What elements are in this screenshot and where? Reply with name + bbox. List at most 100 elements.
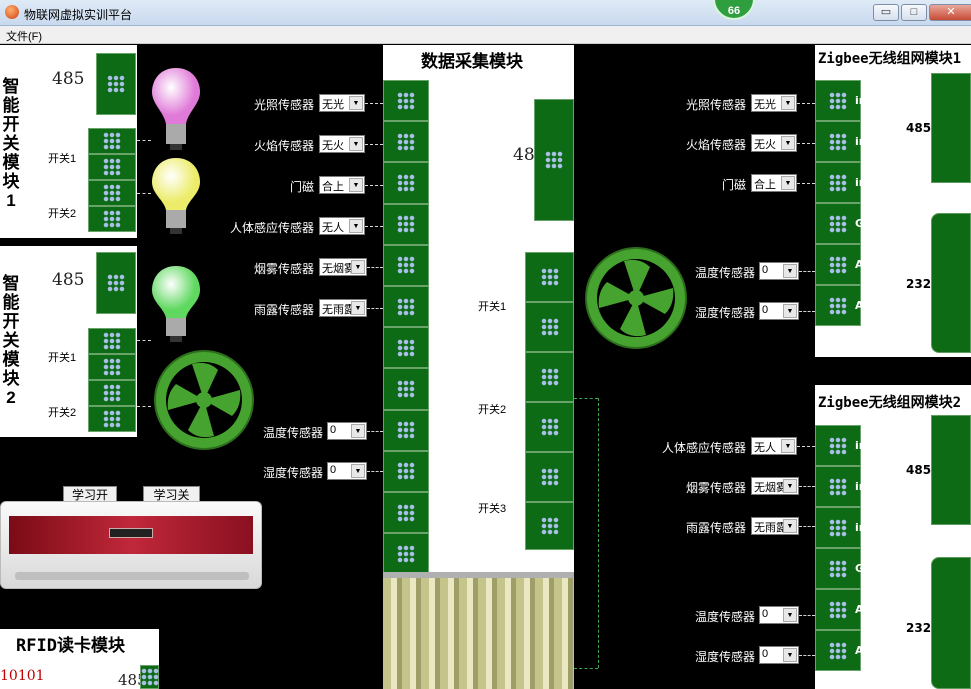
aircon-vent <box>15 572 249 580</box>
rfid-485-port[interactable] <box>140 665 159 689</box>
chevron-down-icon[interactable]: ▼ <box>781 439 795 453</box>
switch1-terminal-4[interactable] <box>88 206 136 232</box>
wire <box>137 140 151 141</box>
daq-sensor-select[interactable]: 无雨露 ▼ <box>319 299 367 317</box>
chevron-down-icon[interactable]: ▼ <box>349 219 363 233</box>
daq-sensor-select[interactable]: 无火 ▼ <box>319 135 365 153</box>
zigbee1-sensor-select[interactable]: 合上 ▼ <box>751 174 797 192</box>
daq-analog-sensor-label: 湿度传感器 <box>262 466 323 480</box>
switch-module-1-485-port[interactable] <box>96 53 136 115</box>
zigbee1-sensor-select[interactable]: 无光 ▼ <box>751 94 797 112</box>
relay-terminal-5[interactable] <box>525 452 574 502</box>
wire <box>137 193 151 194</box>
chevron-down-icon[interactable]: ▼ <box>351 464 365 478</box>
chevron-down-icon[interactable]: ▼ <box>781 176 795 190</box>
daq-pin-terminal[interactable] <box>383 533 429 575</box>
daq-pin-terminal[interactable] <box>383 368 429 410</box>
relay-terminal-6[interactable] <box>525 502 574 550</box>
zigbee1-analog-sensor-label: 湿度传感器 <box>694 306 755 320</box>
chevron-down-icon[interactable]: ▼ <box>783 479 797 493</box>
daq-analog-sensor-select[interactable]: 0 ▼ <box>327 462 367 480</box>
chevron-down-icon[interactable]: ▼ <box>781 136 795 150</box>
curtain <box>383 572 574 689</box>
daq-pin-terminal[interactable] <box>383 244 429 286</box>
zigbee2-232-port[interactable] <box>931 557 971 689</box>
daq-pin-terminal[interactable] <box>383 327 429 369</box>
daq-sensor-select[interactable]: 无人 ▼ <box>319 217 365 235</box>
wire <box>799 311 815 312</box>
chevron-down-icon[interactable]: ▼ <box>351 260 365 274</box>
switch2-terminal-1[interactable] <box>88 328 136 354</box>
chevron-down-icon[interactable]: ▼ <box>783 264 797 278</box>
daq-analog-sensor-select[interactable]: 0 ▼ <box>327 422 367 440</box>
daq-pin-label: AD2 <box>431 423 457 437</box>
zigbee1-232-port[interactable] <box>931 213 971 353</box>
zigbee2-analog-sensor-select[interactable]: 0 ▼ <box>759 606 799 624</box>
chevron-down-icon[interactable]: ▼ <box>349 96 363 110</box>
daq-pin-terminal[interactable] <box>383 162 429 204</box>
daq-pin-terminal[interactable] <box>383 80 429 122</box>
chevron-down-icon[interactable]: ▼ <box>783 648 797 662</box>
zigbee1-sensor-value: 合上 <box>754 179 776 191</box>
zigbee2-sensor-select[interactable]: 无雨露 ▼ <box>751 517 799 535</box>
zigbee2-analog-sensor-label: 温度传感器 <box>694 610 755 624</box>
chevron-down-icon[interactable]: ▼ <box>351 301 365 315</box>
daq-pin-terminal[interactable] <box>383 121 429 163</box>
switch-module-2-title: 智能开关模块2 <box>2 274 20 407</box>
zigbee1-pin-label: in0 <box>855 93 875 107</box>
chevron-down-icon[interactable]: ▼ <box>783 519 797 533</box>
relay-terminal-1[interactable] <box>525 252 574 302</box>
switch1-terminal-1[interactable] <box>88 128 136 154</box>
daq-sensor-label: 火焰传感器 <box>253 139 314 153</box>
maximize-button[interactable]: □ <box>901 4 927 21</box>
chevron-down-icon[interactable]: ▼ <box>781 96 795 110</box>
daq-sensor-select[interactable]: 合上 ▼ <box>319 176 365 194</box>
zigbee1-title: Zigbee无线组网模块1 <box>818 51 962 67</box>
daq-pin-label: GND <box>431 546 459 560</box>
daq-sensor-label: 光照传感器 <box>253 98 314 112</box>
daq-485-port[interactable] <box>534 99 574 221</box>
zigbee1-analog-sensor-select[interactable]: 0 ▼ <box>759 262 799 280</box>
switch2-terminal-3[interactable] <box>88 380 136 406</box>
daq-sensor-select[interactable]: 无烟雾 ▼ <box>319 258 367 276</box>
minimize-button[interactable]: ▭ <box>873 4 899 21</box>
daq-pin-terminal[interactable] <box>383 409 429 451</box>
wire <box>799 486 815 487</box>
zigbee2-sensor-select[interactable]: 无烟雾 ▼ <box>751 477 799 495</box>
switch2-terminal-4[interactable] <box>88 406 136 432</box>
zigbee1-sensor-select[interactable]: 无火 ▼ <box>751 134 797 152</box>
daq-pin-terminal[interactable] <box>383 286 429 328</box>
daq-sensor-select[interactable]: 无光 ▼ <box>319 94 365 112</box>
switch1-terminal-2[interactable] <box>88 154 136 180</box>
zigbee1-485-label: 485 <box>906 121 932 135</box>
chevron-down-icon[interactable]: ▼ <box>351 424 365 438</box>
chevron-down-icon[interactable]: ▼ <box>783 608 797 622</box>
daq-pin-terminal[interactable] <box>383 492 429 534</box>
switch-module-2: 智能开关模块2 485 开关1 开关2 <box>0 246 137 437</box>
app-icon <box>5 5 19 19</box>
daq-pin-terminal[interactable] <box>383 203 429 245</box>
daq-pin-terminal[interactable] <box>383 450 429 492</box>
chevron-down-icon[interactable]: ▼ <box>783 304 797 318</box>
switch2-sw2-label: 开关2 <box>48 407 77 419</box>
relay-terminal-4[interactable] <box>525 402 574 452</box>
daq-analog-sensor-label: 温度传感器 <box>262 426 323 440</box>
rfid-card-value[interactable]: 10101 <box>0 668 45 684</box>
relay-terminal-2[interactable] <box>525 302 574 352</box>
chevron-down-icon[interactable]: ▼ <box>349 178 363 192</box>
zigbee2-sensor-select[interactable]: 无人 ▼ <box>751 437 797 455</box>
air-conditioner[interactable] <box>0 501 262 589</box>
relay-terminal-3[interactable] <box>525 352 574 402</box>
menu-file[interactable]: 文件(F) <box>6 28 42 44</box>
zigbee2-analog-sensor-select[interactable]: 0 ▼ <box>759 646 799 664</box>
zigbee2-485-port[interactable] <box>931 415 971 525</box>
switch1-terminal-3[interactable] <box>88 180 136 206</box>
zigbee2-sensor-label: 人体感应传感器 <box>661 441 746 455</box>
switch2-terminal-2[interactable] <box>88 354 136 380</box>
zigbee1-analog-sensor-select[interactable]: 0 ▼ <box>759 302 799 320</box>
switch2-sw1-label: 开关1 <box>48 352 77 364</box>
zigbee1-485-port[interactable] <box>931 73 971 183</box>
close-button[interactable]: ✕ <box>929 4 971 21</box>
chevron-down-icon[interactable]: ▼ <box>349 137 363 151</box>
switch-module-2-485-port[interactable] <box>96 252 136 314</box>
